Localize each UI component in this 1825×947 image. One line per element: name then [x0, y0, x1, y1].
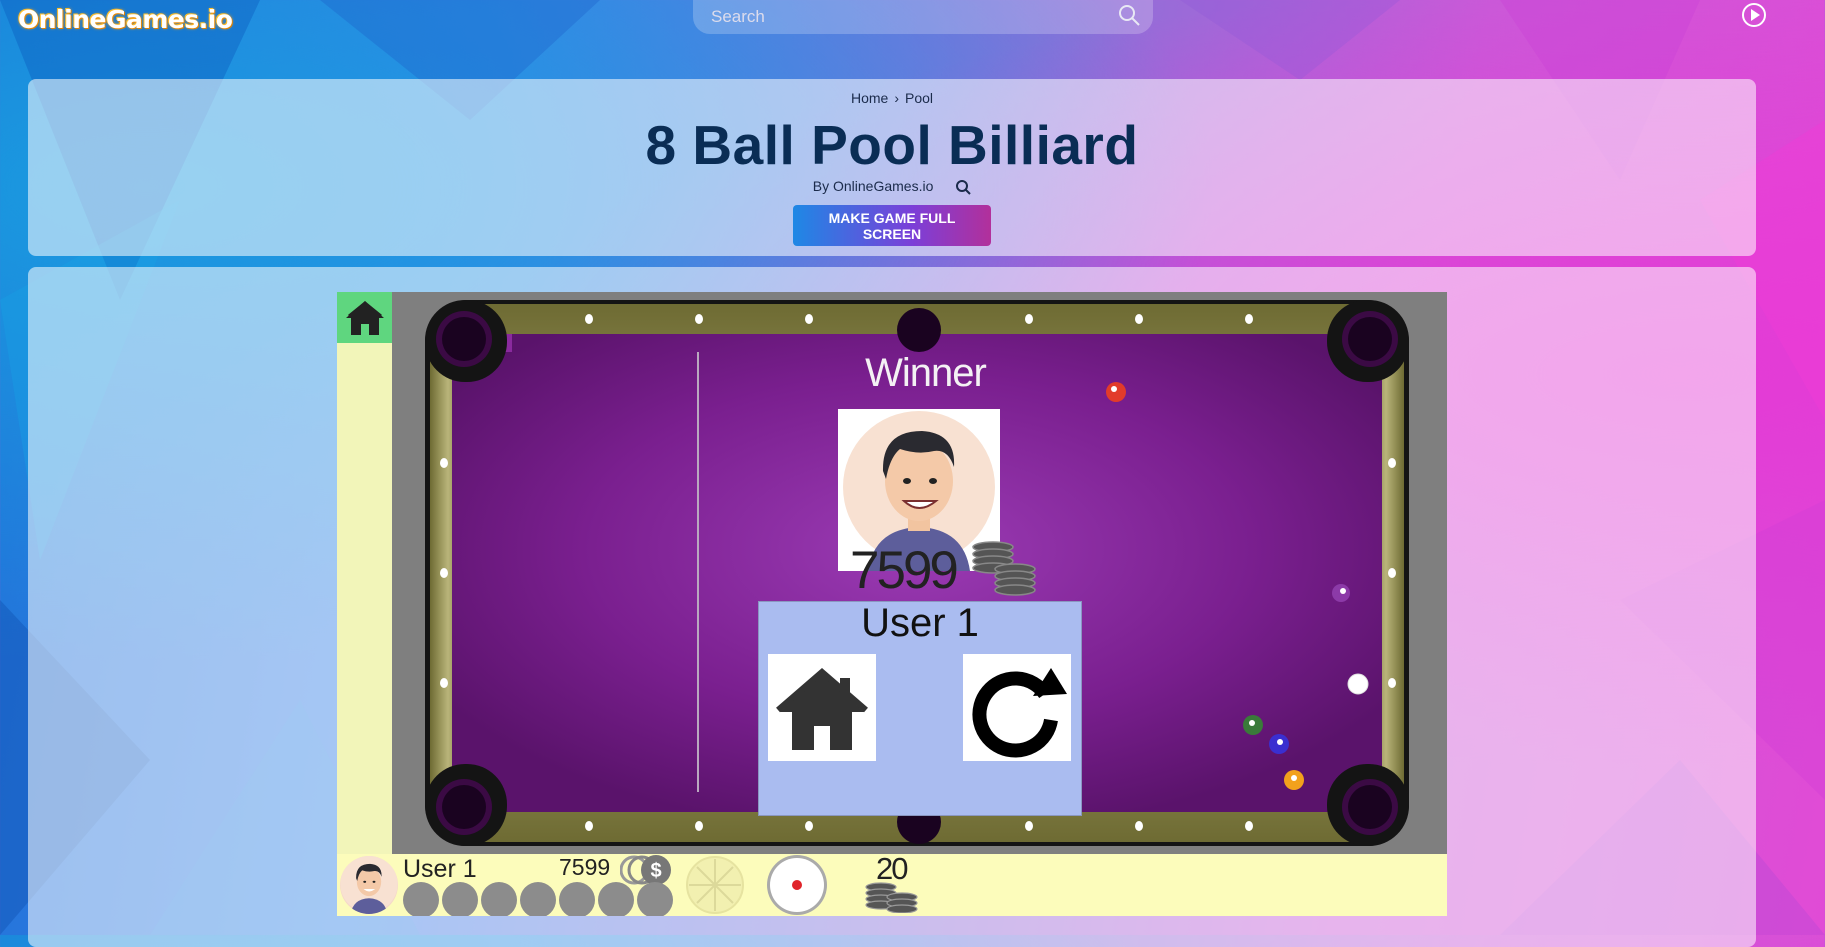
- remaining-balls: [403, 882, 673, 916]
- breadcrumb: Home › Pool: [28, 90, 1756, 106]
- play-icon[interactable]: [1741, 2, 1767, 28]
- restart-button[interactable]: [963, 654, 1071, 761]
- fullscreen-button[interactable]: MAKE GAME FULL SCREEN: [793, 205, 991, 246]
- home-button[interactable]: [337, 292, 392, 343]
- game-header-panel: Home › Pool 8 Ball Pool Billiard By Online…: [28, 79, 1756, 256]
- breadcrumb-home[interactable]: Home: [851, 90, 888, 106]
- byline: By OnlineGames.io: [28, 178, 1756, 196]
- search-icon[interactable]: [1117, 3, 1141, 27]
- ball-slot: [442, 882, 478, 916]
- ball-slot: [598, 882, 634, 916]
- turn-timer-icon: [686, 856, 744, 914]
- spin-control[interactable]: [765, 853, 829, 916]
- byline-text[interactable]: By OnlineGames.io: [813, 178, 934, 194]
- ball-slot: [403, 882, 439, 916]
- winner-coins: 7599: [850, 541, 959, 600]
- ball-slot: [559, 882, 595, 916]
- game-canvas[interactable]: Winner 7599 User 1 User 1 7599 $ 20: [337, 292, 1447, 916]
- breadcrumb-separator: ›: [894, 90, 899, 106]
- coins-stack-icon: [972, 541, 1036, 596]
- winner-label: Winner: [865, 351, 987, 395]
- player-avatar: [340, 856, 398, 914]
- restart-icon: [972, 668, 1067, 758]
- search-input[interactable]: [709, 6, 1093, 28]
- ball-slot: [520, 882, 556, 916]
- player-name: User 1: [403, 855, 477, 883]
- ball-slot: [637, 882, 673, 916]
- winner-username: User 1: [861, 601, 979, 645]
- search-bar: [693, 0, 1153, 34]
- ball-slot: [481, 882, 517, 916]
- breadcrumb-pool[interactable]: Pool: [905, 90, 933, 106]
- player-coins: 7599: [559, 854, 611, 880]
- magnifier-icon[interactable]: [955, 179, 971, 196]
- page-title: 8 Ball Pool Billiard: [645, 114, 1139, 176]
- home-icon: [345, 300, 384, 335]
- player-status-bar: User 1 7599 $ 20: [337, 851, 1447, 916]
- bet-coins-icon: [865, 882, 918, 913]
- site-logo-text: OnlineGames.io: [18, 4, 233, 34]
- home-icon: [776, 668, 868, 750]
- site-logo[interactable]: OnlineGames.io: [18, 0, 233, 38]
- game-over-dialog: User 1: [758, 601, 1082, 816]
- home-button[interactable]: [768, 654, 876, 761]
- svg-text:$: $: [650, 860, 661, 882]
